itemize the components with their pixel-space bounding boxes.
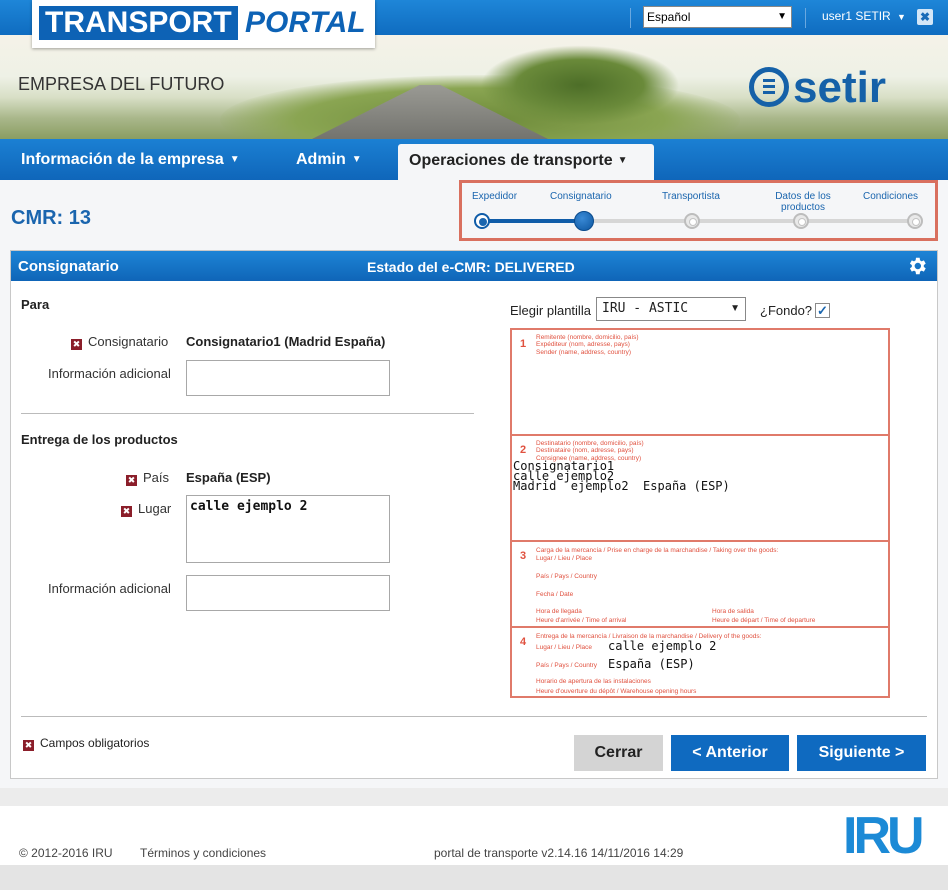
required-icon: ✖ [121,506,132,517]
terms-link[interactable]: Términos y condiciones [140,846,266,860]
user-menu[interactable]: user1 SETIR ▼ [822,9,906,23]
cmr-box-taking-over: 3 Carga de la mercancía / Prise en charg… [512,542,888,628]
ecmr-status: Estado del e-CMR: DELIVERED [367,259,575,275]
divider [21,413,474,414]
step-label-datos-productos: Datos de los productos [775,191,831,213]
additional-info-field[interactable] [186,360,390,396]
step-label-consignatario: Consignatario [550,191,612,202]
background-label: ¿Fondo? [760,303,813,318]
required-icon: ✖ [126,475,137,486]
language-select[interactable]: Español ▼ [643,6,792,28]
version-info: portal de transporte v2.14.16 14/11/2016… [434,846,684,860]
user-name: user1 SETIR [822,9,891,23]
box-number: 4 [520,636,527,648]
step-label-condiciones: Condiciones [863,191,919,202]
required-fields-note: ✖ Campos obligatorios [23,736,150,751]
step-dot-datos-productos[interactable] [793,213,809,229]
additional-info-label: Información adicional [48,366,171,381]
delivery-country-value: España (ESP) [608,657,695,671]
delivery-heading: Entrega de los productos [21,432,178,447]
country-value: España (ESP) [186,470,271,485]
box-number: 1 [520,338,527,350]
chevron-down-icon: ▼ [351,154,362,165]
iru-logo: IRU [843,807,925,865]
copyright: © 2012-2016 IRU [19,846,113,860]
delivery-info-field[interactable] [186,575,390,611]
nav-item-transport-operations[interactable]: Operaciones de transporte ▼ [398,144,654,180]
close-icon[interactable]: ✖ [917,9,933,25]
divider [21,716,927,717]
delivery-place-value: calle ejemplo 2 [608,639,717,653]
company-name: EMPRESA DEL FUTURO [18,74,225,94]
footer: © 2012-2016 IRU Términos y condiciones p… [0,806,948,865]
page-title: CMR: 13 [11,207,92,229]
step-dot-condiciones[interactable] [907,213,923,229]
portal-logo[interactable]: TRANSPORT PORTAL [32,0,375,48]
chevron-down-icon: ▼ [777,11,787,22]
language-value: Español [647,10,691,24]
place-label: ✖ Lugar [121,501,172,517]
separator [630,8,631,28]
progress-steps: Expedidor Consignatario Transportista Da… [459,180,938,241]
cmr-box-delivery: 4 Entrega de la mercancía / Livraison de… [520,633,762,695]
gear-icon[interactable] [906,255,928,277]
delivery-info-label: Información adicional [48,581,171,596]
logo-transport: TRANSPORT [39,6,238,40]
required-icon: ✖ [23,740,34,751]
logo-portal: PORTAL [245,6,366,39]
step-label-transportista: Transportista [662,191,720,202]
setir-logo: setir [749,61,886,115]
setir-logo-icon [749,67,789,107]
consignee-line-3: Madrid ejemplo2 España (ESP) [513,479,730,493]
template-label: Elegir plantilla [510,303,591,318]
step-dot-consignatario[interactable] [574,211,594,231]
main-content: CMR: 13 Expedidor Consignatario Transpor… [0,180,948,788]
consignee-label: ✖ Consignatario [71,334,169,350]
main-nav: Información de la empresa ▼ Admin ▼ Operac… [0,139,948,180]
template-value: IRU - ASTIC [602,301,689,316]
previous-button[interactable]: < Anterior [671,735,789,771]
cmr-box-consignee: 2 Destinatario (nombre, domicilio, país)… [512,436,888,542]
template-select[interactable]: IRU - ASTIC ▼ [596,297,746,321]
consignee-value: Consignatario1 (Madrid España) [186,334,386,349]
nav-item-admin[interactable]: Admin ▼ [296,151,362,169]
panel-title: Consignatario [18,258,119,275]
chevron-down-icon: ▼ [730,303,740,314]
nav-item-company-info[interactable]: Información de la empresa ▼ [21,151,240,169]
step-dot-transportista[interactable] [684,213,700,229]
chevron-down-icon: ▼ [897,12,906,22]
next-button[interactable]: Siguiente > [797,735,926,771]
chevron-down-icon: ▼ [617,155,628,166]
panel-header: Consignatario Estado del e-CMR: DELIVERE… [11,251,937,281]
para-heading: Para [21,297,50,312]
required-icon: ✖ [71,339,82,350]
chevron-down-icon: ▼ [229,154,240,165]
box-number: 3 [520,550,527,562]
cmr-form-preview: 1 Remitente (nombre, domicilio, país) Ex… [510,328,890,698]
close-button[interactable]: Cerrar [574,735,663,771]
background-checkbox[interactable]: ✓ [815,303,830,318]
consignee-panel: Consignatario Estado del e-CMR: DELIVERE… [10,250,938,779]
place-field[interactable]: calle ejemplo 2 [186,495,390,563]
step-dot-expedidor[interactable] [474,213,490,229]
cmr-box-sender: 1 Remitente (nombre, domicilio, país) Ex… [512,330,888,436]
separator [805,8,806,28]
country-label: ✖ País [126,470,170,486]
banner: EMPRESA DEL FUTURO setir [0,35,948,139]
step-label-expedidor: Expedidor [472,191,518,202]
box-number: 2 [520,444,527,456]
